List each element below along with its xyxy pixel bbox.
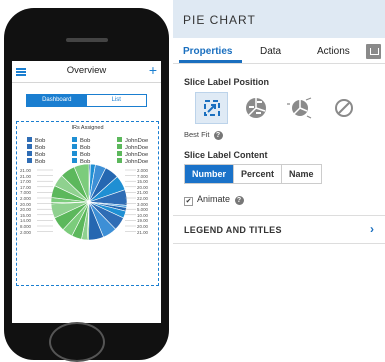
label-content-button-group: Number Percent Name <box>184 164 322 184</box>
best-fit-icon[interactable] <box>195 92 228 124</box>
segment-dashboard[interactable]: Dashboard <box>27 95 87 106</box>
pie-chart-svg <box>37 163 136 241</box>
slice-label-position-heading: Slice Label Position <box>184 77 270 87</box>
chevron-right-icon[interactable]: › <box>370 222 374 236</box>
none-icon[interactable] <box>327 92 360 124</box>
app-header: Overview + <box>12 61 161 83</box>
properties-panel: PIE CHART Properties Data Actions Slice … <box>173 0 385 353</box>
device-preview-area: Overview + Dashboard List IRs Assigned B… <box>0 0 173 362</box>
selected-tab-indicator <box>179 60 242 63</box>
phone-screen: Overview + Dashboard List IRs Assigned B… <box>12 61 161 323</box>
name-button[interactable]: Name <box>282 165 321 183</box>
animate-label: Animate <box>197 194 231 204</box>
divider <box>173 243 385 244</box>
inside-labels-icon[interactable] <box>239 92 272 124</box>
outside-labels-icon[interactable] <box>283 92 316 124</box>
help-icon[interactable]: ? <box>234 196 244 205</box>
slice-label-content-heading: Slice Label Content <box>184 150 268 160</box>
legend-and-titles-section[interactable]: LEGEND AND TITLES <box>184 225 282 235</box>
best-fit-caption: Best Fit ? <box>184 130 223 140</box>
view-segmented-control: Dashboard List <box>26 94 147 107</box>
segment-list[interactable]: List <box>87 95 147 106</box>
percent-button[interactable]: Percent <box>234 165 283 183</box>
number-button[interactable]: Number <box>185 165 235 183</box>
add-plus-icon[interactable]: + <box>149 62 157 78</box>
tab-properties[interactable]: Properties <box>183 46 232 57</box>
export-icon[interactable] <box>366 44 381 59</box>
tab-actions[interactable]: Actions <box>317 46 350 57</box>
app-header-title: Overview <box>66 65 107 76</box>
divider <box>173 215 385 216</box>
animate-row: ✔ Animate ? <box>184 194 244 206</box>
best-fit-label: Best Fit <box>184 130 210 139</box>
help-icon[interactable]: ? <box>213 131 223 140</box>
panel-tabs: Properties Data Actions <box>173 38 385 64</box>
tab-data[interactable]: Data <box>260 46 281 57</box>
phone-speaker <box>66 38 108 42</box>
pie-chart-component[interactable]: IRs Assigned Bob Bob JohnDoe Bob Bob JohnDoe B… <box>16 121 159 286</box>
home-button[interactable] <box>49 322 105 362</box>
animate-checkbox[interactable]: ✔ <box>184 197 193 206</box>
panel-title: PIE CHART <box>173 0 385 38</box>
phone-frame: Overview + Dashboard List IRs Assigned B… <box>4 8 169 362</box>
